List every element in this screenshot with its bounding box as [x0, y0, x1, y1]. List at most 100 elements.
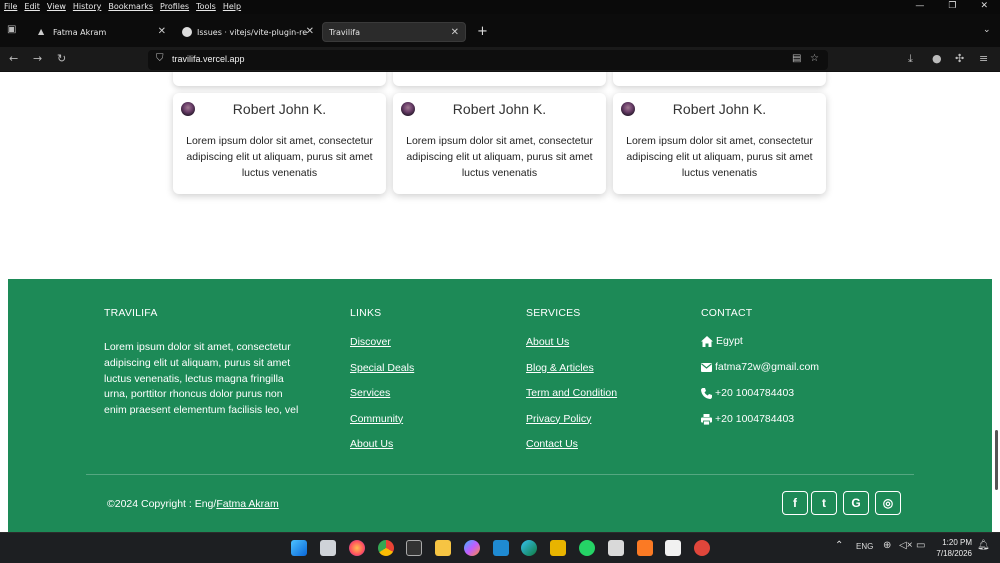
menu-bar: File Edit View History Bookmarks Profile…: [4, 2, 241, 11]
footer-contact-column: CONTACT Egypt fatma72w@gmail.com +20 100…: [701, 307, 819, 432]
app-icon[interactable]: [608, 540, 624, 556]
footer-contact-title: CONTACT: [701, 307, 753, 319]
globe-icon[interactable]: ⊕: [883, 540, 891, 551]
battery-icon[interactable]: ▭: [916, 540, 925, 551]
back-icon[interactable]: ←: [9, 52, 18, 65]
footer-link-contact[interactable]: Contact Us: [526, 438, 617, 450]
copyright: ©2024 Copyright : Eng/Fatma Akram: [107, 498, 279, 510]
bookmark-star-icon[interactable]: ☆: [810, 53, 819, 64]
testimonial-card-partial: [613, 72, 826, 86]
footer-link-services[interactable]: Services: [350, 387, 414, 399]
google-glyph: G: [851, 496, 861, 510]
facebook-icon[interactable]: f: [782, 491, 808, 515]
menu-help[interactable]: Help: [223, 2, 241, 11]
twitter-icon[interactable]: t: [811, 491, 837, 515]
notification-bell-icon[interactable]: 🔔︎: [977, 540, 990, 551]
tab-overview-icon[interactable]: ▣: [7, 24, 16, 35]
close-tab-icon[interactable]: ✕: [306, 26, 314, 37]
footer-services-title: SERVICES: [526, 307, 581, 319]
shield-icon[interactable]: ⛉: [156, 53, 164, 64]
footer-link-blog-articles[interactable]: Blog & Articles: [526, 362, 617, 374]
task-view-icon[interactable]: [320, 540, 336, 556]
copilot-icon[interactable]: [464, 540, 480, 556]
footer-link-about-us[interactable]: About Us: [526, 336, 617, 348]
tab-label: Fatma Akram: [53, 27, 107, 37]
new-tab-icon[interactable]: +: [477, 24, 488, 39]
taskbar: ⌃ ENG ⊕ ◁× ▭ 1:20 PM 7/18/2026 🔔︎: [0, 532, 1000, 563]
clock-date: 7/18/2026: [936, 549, 972, 558]
forward-icon[interactable]: →: [33, 52, 42, 65]
title-bar: File Edit View History Bookmarks Profile…: [0, 0, 1000, 14]
restore-icon[interactable]: ❐: [948, 1, 956, 11]
footer-brand-column: TRAVILIFA Lorem ipsum dolor sit amet, co…: [104, 307, 304, 419]
testimonial-card: Robert John K. Lorem ipsum dolor sit ame…: [173, 93, 386, 194]
google-icon[interactable]: G: [843, 491, 869, 515]
contact-text: Egypt: [716, 335, 743, 347]
copyright-author-link[interactable]: Fatma Akram: [216, 498, 278, 510]
menu-view[interactable]: View: [47, 2, 66, 11]
tab-travilifa[interactable]: Travilifa ✕: [322, 22, 466, 42]
vscode-icon[interactable]: [493, 540, 509, 556]
instagram-icon[interactable]: ◎: [875, 491, 901, 515]
menu-edit[interactable]: Edit: [24, 2, 40, 11]
tab-issues[interactable]: Issues · vitejs/vite-plugin-react ✕: [176, 22, 320, 42]
testimonial-text: Lorem ipsum dolor sit amet, consectetur …: [186, 135, 373, 179]
footer-link-privacy[interactable]: Privacy Policy: [526, 413, 617, 425]
app-icon[interactable]: [550, 540, 566, 556]
extensions-icon[interactable]: ✣: [955, 52, 964, 65]
printer-icon: [701, 413, 712, 425]
app-icon[interactable]: [694, 540, 710, 556]
page-scrollbar[interactable]: [995, 430, 998, 490]
menu-icon[interactable]: ≡: [979, 52, 988, 65]
copyright-text: ©2024 Copyright : Eng/: [107, 498, 217, 510]
edge-icon[interactable]: [521, 540, 537, 556]
chevron-up-icon[interactable]: ⌃: [835, 540, 843, 551]
close-tab-icon[interactable]: ✕: [158, 26, 166, 37]
footer-link-discover[interactable]: Discover: [350, 336, 414, 348]
contact-text: +20 1004784403: [715, 387, 795, 399]
list-tabs-icon[interactable]: ⌄: [983, 25, 991, 35]
firefox-icon[interactable]: [349, 540, 365, 556]
footer-services-column: SERVICES About Us Blog & Articles Term a…: [526, 307, 617, 450]
close-tab-icon[interactable]: ✕: [451, 27, 459, 38]
contact-text: fatma72w@gmail.com: [715, 361, 820, 373]
facebook-glyph: f: [793, 496, 797, 510]
whatsapp-icon[interactable]: [579, 540, 595, 556]
download-icon[interactable]: ⤓: [908, 52, 913, 66]
site-footer: TRAVILIFA Lorem ipsum dolor sit amet, co…: [8, 279, 992, 532]
tab-fatma-akram[interactable]: ▲ Fatma Akram ✕: [30, 22, 172, 42]
xampp-icon[interactable]: [637, 540, 653, 556]
minimize-icon[interactable]: —: [915, 1, 924, 11]
menu-history[interactable]: History: [73, 2, 101, 11]
account-icon[interactable]: ●: [932, 52, 942, 65]
language-indicator[interactable]: ENG: [856, 542, 873, 551]
windows-start-icon[interactable]: [291, 540, 307, 556]
footer-links-title: LINKS: [350, 307, 382, 319]
reload-icon[interactable]: ↻: [57, 52, 66, 65]
app-icon[interactable]: [665, 540, 681, 556]
file-explorer-icon[interactable]: [435, 540, 451, 556]
contact-fax: +20 1004784403: [701, 406, 819, 432]
menu-bookmarks[interactable]: Bookmarks: [108, 2, 153, 11]
menu-file[interactable]: File: [4, 2, 17, 11]
contact-location: Egypt: [701, 328, 819, 354]
clock[interactable]: 1:20 PM 7/18/2026: [936, 537, 972, 559]
clapper-icon[interactable]: [406, 540, 422, 556]
address-bar[interactable]: ⛉ travilifa.vercel.app ▤ ☆: [148, 50, 828, 70]
menu-tools[interactable]: Tools: [196, 2, 216, 11]
footer-link-community[interactable]: Community: [350, 413, 414, 425]
chrome-icon[interactable]: [378, 540, 394, 556]
phone-icon: [701, 387, 712, 399]
footer-link-terms[interactable]: Term and Condition: [526, 387, 617, 399]
close-icon[interactable]: ✕: [980, 1, 988, 11]
volume-muted-icon[interactable]: ◁×: [899, 540, 913, 551]
footer-link-special-deals[interactable]: Special Deals: [350, 362, 414, 374]
footer-link-about-us[interactable]: About Us: [350, 438, 414, 450]
testimonial-card-partial: [173, 72, 386, 86]
contact-phone: +20 1004784403: [701, 380, 819, 406]
tab-label: Issues · vitejs/vite-plugin-react: [197, 27, 307, 37]
footer-brand-title: TRAVILIFA: [104, 307, 158, 319]
reader-view-icon[interactable]: ▤: [792, 53, 801, 64]
menu-profiles[interactable]: Profiles: [160, 2, 189, 11]
testimonial-text: Lorem ipsum dolor sit amet, consectetur …: [626, 135, 813, 179]
